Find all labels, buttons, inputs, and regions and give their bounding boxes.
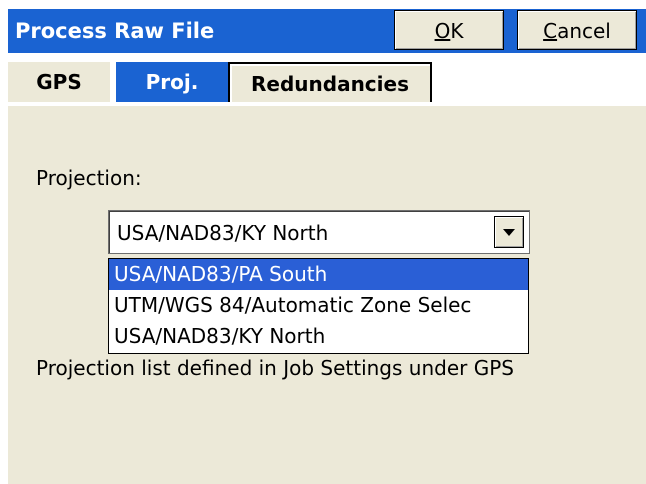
title-bar: Process Raw File OK Cancel — [0, 0, 646, 62]
tab-proj[interactable]: Proj. — [116, 62, 228, 102]
cancel-button[interactable]: Cancel — [517, 10, 637, 50]
dropdown-option[interactable]: USA/NAD83/KY North — [109, 321, 528, 352]
projection-dropdown-list: USA/NAD83/PA South UTM/WGS 84/Automatic … — [108, 258, 529, 354]
projection-selected-value: USA/NAD83/KY North — [117, 221, 329, 245]
cancel-button-mnemonic: C — [543, 19, 558, 43]
ok-button-label-rest: K — [450, 19, 464, 43]
dropdown-option[interactable]: UTM/WGS 84/Automatic Zone Selec — [109, 290, 528, 321]
projection-combobox[interactable]: USA/NAD83/KY North — [108, 210, 530, 254]
dropdown-option[interactable]: USA/NAD83/PA South — [109, 259, 528, 290]
tab-panel-proj: Projection: USA/NAD83/KY North USA/NAD83… — [8, 106, 646, 484]
projection-label: Projection: — [36, 166, 142, 190]
window-left-edge — [0, 62, 8, 484]
projection-note: Projection list defined in Job Settings … — [36, 356, 514, 380]
tab-bar: GPS Proj. Redundancies — [8, 62, 646, 106]
chevron-down-icon — [503, 229, 515, 236]
cancel-button-label-rest: ancel — [557, 19, 611, 43]
tab-gps[interactable]: GPS — [8, 62, 112, 102]
ok-button-mnemonic: O — [434, 19, 451, 43]
tab-redundancies[interactable]: Redundancies — [228, 62, 432, 102]
combo-dropdown-button[interactable] — [494, 216, 524, 248]
window-title: Process Raw File — [15, 19, 215, 43]
process-raw-file-window: Process Raw File OK Cancel GPS Proj. Red… — [0, 0, 646, 484]
ok-button[interactable]: OK — [394, 10, 504, 50]
